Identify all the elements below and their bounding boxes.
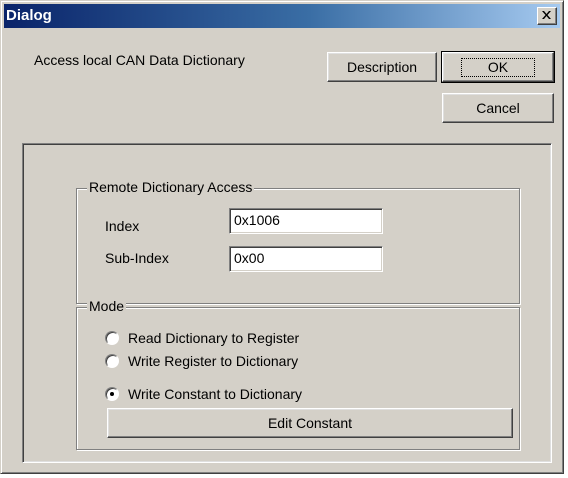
close-icon [542,11,551,19]
description-button[interactable]: Description [327,52,437,82]
radio-write-register-label: Write Register to Dictionary [128,353,299,369]
window-title: Dialog [6,7,52,24]
remote-dictionary-access-legend: Remote Dictionary Access [87,179,255,195]
radio-write-constant[interactable]: Write Constant to Dictionary [105,384,302,404]
ok-button-label: OK [460,57,536,77]
close-button[interactable] [537,7,557,25]
cancel-button[interactable]: Cancel [442,93,554,123]
radio-read-dictionary-label: Read Dictionary to Register [128,330,300,346]
subindex-input[interactable]: 0x00 [229,246,383,272]
radio-icon[interactable] [105,354,119,368]
dialog-description-label: Access local CAN Data Dictionary [34,52,245,68]
ok-button[interactable]: OK [441,51,555,83]
radio-read-dictionary[interactable]: Read Dictionary to Register [105,328,299,348]
radio-write-register[interactable]: Write Register to Dictionary [105,351,298,371]
title-bar[interactable]: Dialog [4,4,560,28]
options-panel: Remote Dictionary Access Index 0x1006 Su… [22,143,552,463]
radio-write-constant-label: Write Constant to Dictionary [128,386,303,402]
mode-legend: Mode [87,298,127,314]
index-input[interactable]: 0x1006 [229,208,383,234]
radio-selected-dot [110,392,114,396]
dialog-window: Dialog Access local CAN Data Dictionary … [0,0,564,474]
edit-constant-button[interactable]: Edit Constant [107,408,513,438]
radio-icon[interactable] [105,331,119,345]
subindex-label: Sub-Index [105,250,169,266]
index-label: Index [105,218,140,234]
radio-icon[interactable] [105,387,119,401]
